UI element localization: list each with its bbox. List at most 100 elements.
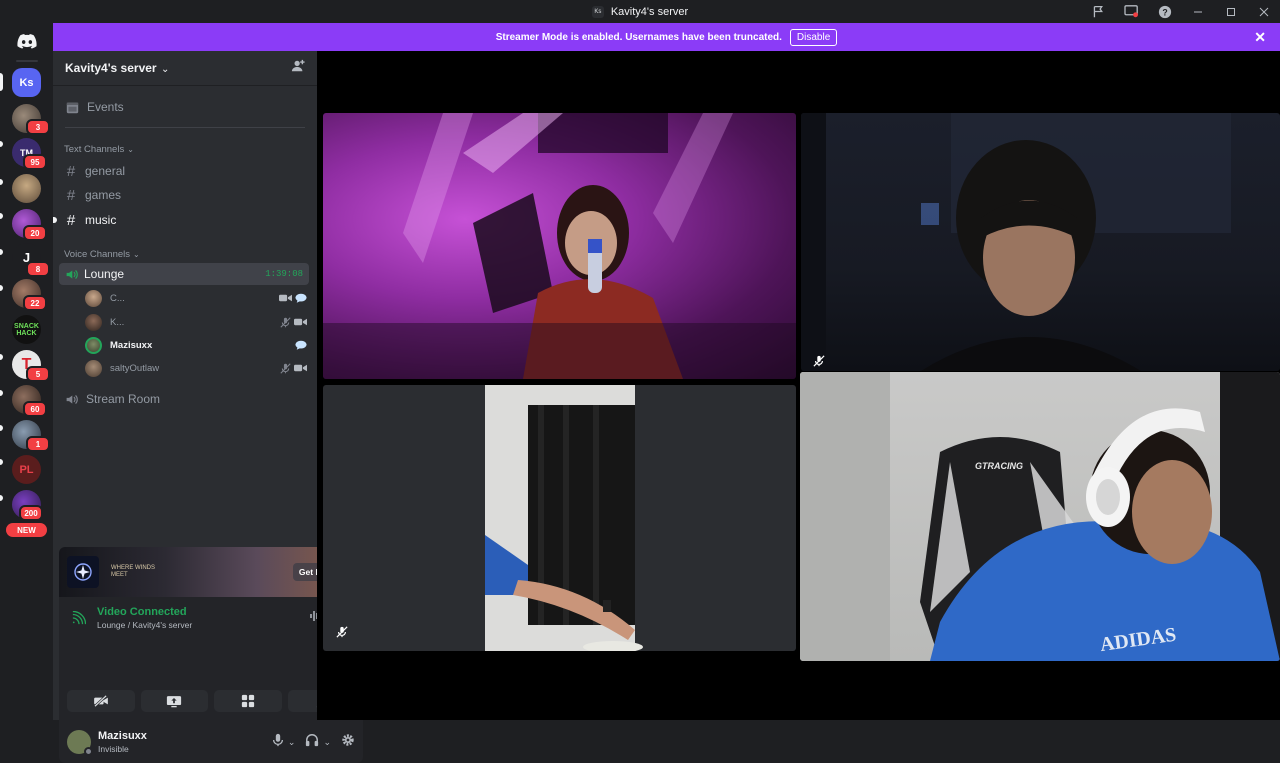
unread-pill bbox=[0, 390, 3, 396]
chevron-down-icon[interactable]: ⌄ bbox=[288, 737, 296, 748]
video-tile-participant-4[interactable]: GTRACING ADIDAS bbox=[800, 372, 1280, 661]
avatar bbox=[85, 336, 102, 354]
close-icon[interactable]: ✕ bbox=[1254, 29, 1266, 46]
voice-channel-stream-room[interactable]: Stream Room bbox=[59, 388, 309, 410]
video-camera-icon bbox=[279, 294, 292, 301]
notification-badge: 8 bbox=[26, 261, 50, 277]
rail-separator bbox=[16, 60, 38, 62]
notification-badge: 5 bbox=[26, 366, 50, 382]
current-user[interactable]: Mazisuxx Invisible ⌄ ⌄ bbox=[59, 721, 363, 763]
member-name: K... bbox=[110, 316, 125, 328]
hashtag-icon: # bbox=[66, 211, 76, 229]
speaker-icon bbox=[66, 394, 78, 404]
game-logo-icon bbox=[67, 556, 99, 588]
avatar bbox=[85, 289, 102, 307]
headphones-icon[interactable] bbox=[305, 733, 319, 752]
avatar bbox=[67, 730, 93, 756]
voice-channel-label: Lounge bbox=[84, 267, 125, 281]
voice-member[interactable]: saltyOutlaw bbox=[59, 357, 309, 379]
member-name: C... bbox=[110, 292, 125, 304]
minimize-icon[interactable] bbox=[1181, 0, 1214, 23]
video-camera-icon bbox=[294, 364, 307, 371]
connection-signal-icon[interactable] bbox=[69, 608, 89, 628]
new-badge: NEW bbox=[6, 523, 47, 537]
maximize-icon[interactable] bbox=[1214, 0, 1247, 23]
video-tile-participant-1[interactable] bbox=[323, 113, 796, 379]
calendar-icon bbox=[66, 102, 79, 113]
chevron-down-icon: ⌄ bbox=[161, 64, 170, 75]
server-label: Ks bbox=[19, 76, 34, 89]
voice-channels-category[interactable]: Voice Channels ⌄ bbox=[59, 247, 309, 261]
channel-label: general bbox=[85, 164, 126, 178]
user-status: Invisible bbox=[98, 744, 129, 754]
voice-channel-lounge[interactable]: Lounge 1:39:08 bbox=[59, 263, 309, 285]
server-header[interactable]: Kavity4's server ⌄ bbox=[53, 51, 317, 86]
close-window-icon[interactable] bbox=[1247, 0, 1280, 23]
notification-badge: 60 bbox=[23, 401, 47, 417]
unread-indicator bbox=[53, 217, 57, 223]
disable-streamer-mode-button[interactable]: Disable bbox=[789, 28, 838, 46]
chat-bubble-icon bbox=[295, 340, 307, 350]
chevron-down-icon: ⌄ bbox=[133, 249, 140, 259]
activities-button[interactable] bbox=[214, 690, 282, 712]
gear-icon[interactable] bbox=[341, 733, 355, 752]
video-stage: GTRACING ADIDAS bbox=[317, 51, 1280, 720]
events-item[interactable]: Events bbox=[59, 97, 309, 117]
add-member-icon[interactable] bbox=[291, 59, 305, 78]
connection-status[interactable]: Video Connected bbox=[97, 606, 192, 618]
server-snack-hack[interactable]: SNACK HACK bbox=[12, 315, 41, 344]
hashtag-icon: # bbox=[66, 162, 76, 180]
server-name: Kavity4's server ⌄ bbox=[65, 59, 169, 77]
voice-member[interactable]: C... bbox=[59, 287, 309, 309]
window-title: Ks Kavity4's server bbox=[591, 5, 689, 18]
muted-mic-icon bbox=[280, 362, 291, 374]
microphone-icon[interactable] bbox=[272, 733, 284, 752]
turn-off-camera-button[interactable] bbox=[67, 690, 135, 712]
chevron-down-icon: ⌄ bbox=[127, 144, 134, 154]
server-kavity4[interactable]: Ks bbox=[12, 68, 41, 97]
channel-label: Stream Room bbox=[86, 392, 161, 406]
server-label: PL bbox=[19, 463, 34, 476]
discord-home-icon[interactable] bbox=[13, 31, 41, 51]
channel-general[interactable]: # general bbox=[59, 160, 309, 182]
help-icon[interactable]: ? bbox=[1148, 0, 1181, 23]
channel-games[interactable]: # games bbox=[59, 184, 309, 206]
text-channels-category[interactable]: Text Channels ⌄ bbox=[59, 142, 309, 156]
notification-badge: 200 bbox=[19, 505, 43, 521]
channel-music[interactable]: # music bbox=[59, 209, 309, 231]
svg-text:GTRACING: GTRACING bbox=[975, 461, 1023, 471]
chevron-down-icon[interactable]: ⌄ bbox=[323, 737, 331, 748]
muted-mic-icon bbox=[280, 316, 291, 328]
server-4[interactable] bbox=[12, 174, 41, 203]
server-pl[interactable]: PL bbox=[12, 455, 41, 484]
inbox-flag-icon[interactable] bbox=[1082, 0, 1115, 23]
server-rail: Ks 3 TM 95 20 J 8 22 SNACK HACK T 5 60 1… bbox=[0, 23, 53, 720]
unread-pill bbox=[0, 179, 3, 185]
unread-pill bbox=[0, 285, 3, 291]
screen-share-icon[interactable] bbox=[1115, 0, 1148, 23]
muted-mic-icon bbox=[334, 624, 350, 640]
unread-pill bbox=[0, 141, 3, 147]
unread-pill bbox=[0, 425, 3, 431]
unread-pill bbox=[0, 459, 3, 465]
notification-badge: 1 bbox=[26, 436, 50, 452]
share-screen-button[interactable] bbox=[140, 690, 208, 712]
video-tile-participant-3[interactable] bbox=[323, 385, 796, 651]
channel-label: music bbox=[85, 213, 117, 227]
avatar bbox=[85, 359, 102, 377]
connection-location[interactable]: Lounge / Kavity4's server bbox=[97, 620, 192, 630]
category-label: Voice Channels bbox=[64, 248, 131, 260]
streamer-mode-banner: Streamer Mode is enabled. Usernames have… bbox=[53, 23, 1280, 51]
notification-badge: 22 bbox=[23, 295, 47, 311]
unread-pill bbox=[0, 213, 3, 219]
sidebar-divider bbox=[65, 127, 305, 128]
channel-label: games bbox=[85, 188, 122, 202]
category-label: Text Channels bbox=[64, 143, 125, 155]
window-title-text: Kavity4's server bbox=[610, 5, 689, 18]
voice-member[interactable]: K... bbox=[59, 311, 309, 333]
status-indicator bbox=[84, 747, 93, 756]
banner-message: Streamer Mode is enabled. Usernames have… bbox=[495, 31, 782, 43]
voice-member-self[interactable]: Mazisuxx bbox=[59, 334, 309, 356]
notification-badge: 3 bbox=[26, 119, 50, 135]
video-tile-participant-2[interactable] bbox=[801, 113, 1280, 371]
